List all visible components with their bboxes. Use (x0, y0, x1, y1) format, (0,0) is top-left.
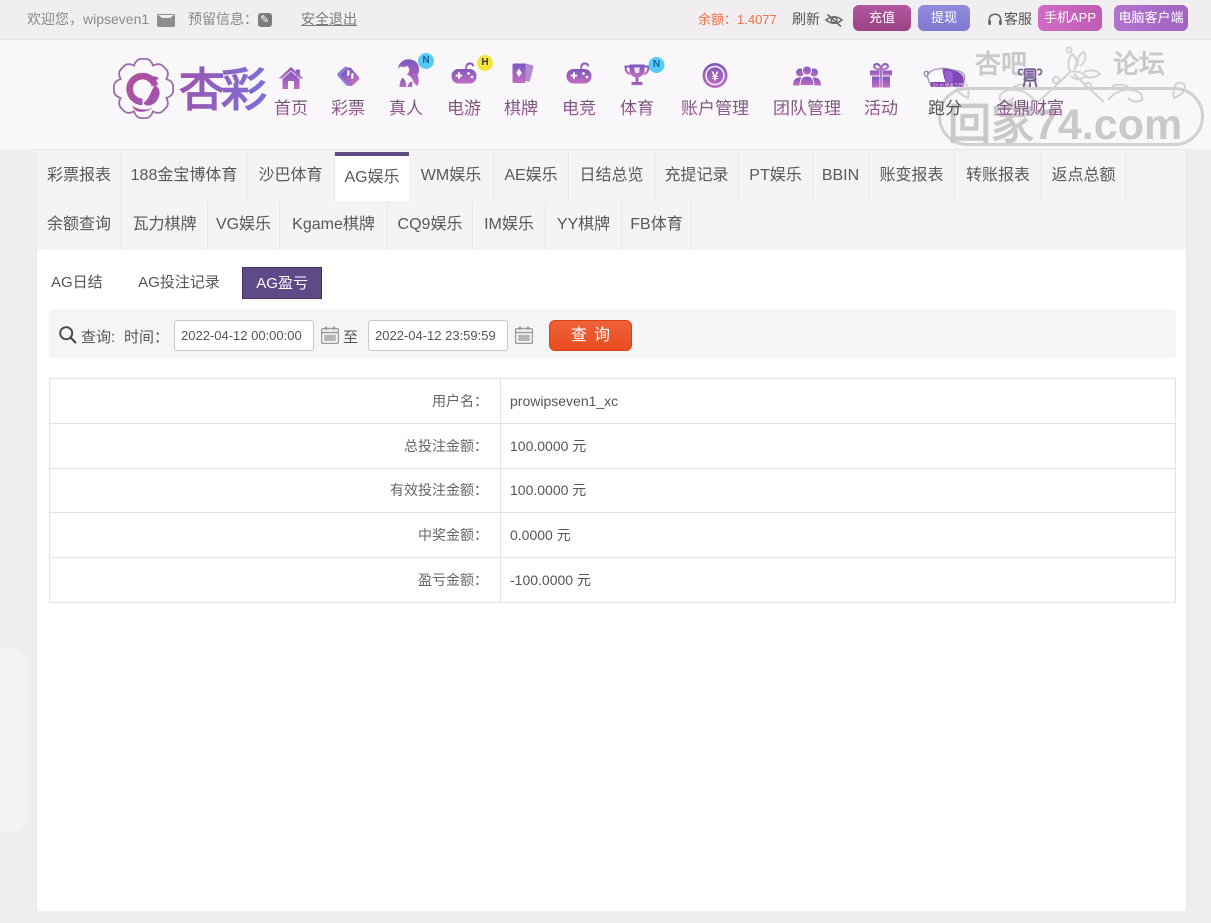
svg-text:ZA.XI 砸金工作室: ZA.XI 砸金工作室 (933, 82, 968, 89)
svg-text:¥: ¥ (711, 69, 719, 84)
svg-text:杏彩: 杏彩 (179, 64, 267, 116)
